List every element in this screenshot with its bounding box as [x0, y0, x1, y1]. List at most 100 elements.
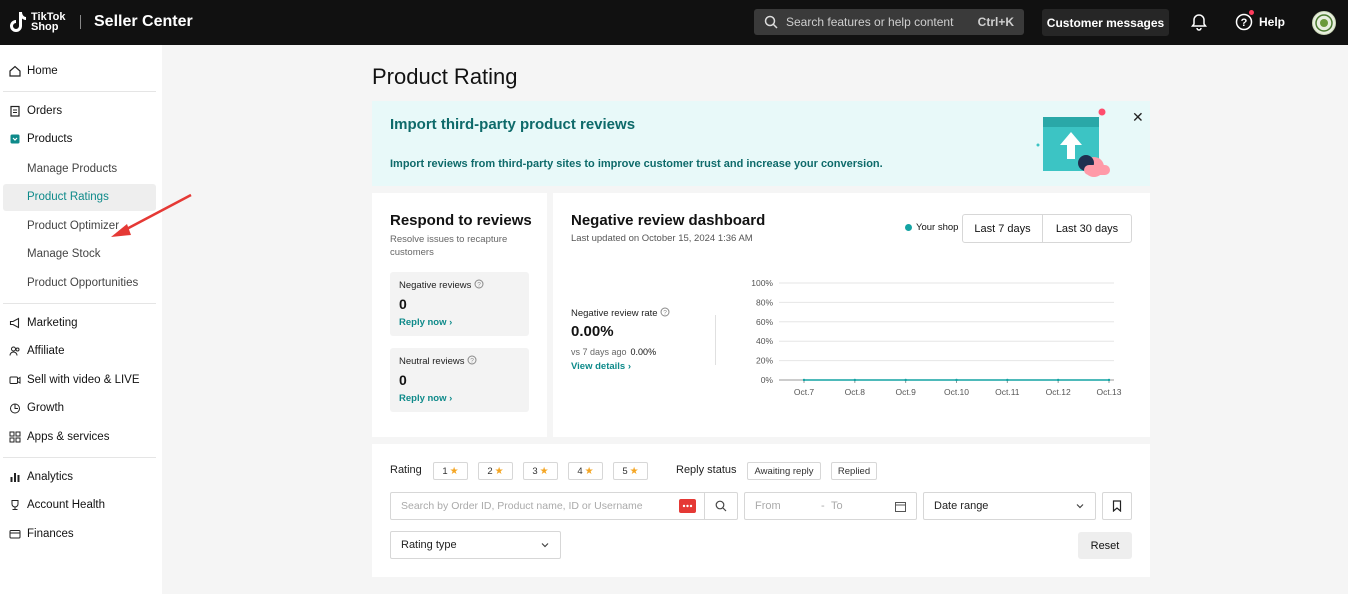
customer-messages-button[interactable]: Customer messages	[1042, 9, 1169, 36]
sidebar-item-marketing[interactable]: Marketing	[9, 317, 78, 329]
star-icon: ★	[584, 465, 594, 477]
rating-chip-5[interactable]: 5 ★	[613, 462, 648, 480]
data-point[interactable]	[853, 378, 857, 382]
logo-line2: Shop	[31, 21, 59, 33]
y-tick-label: 80%	[756, 297, 773, 307]
info-icon[interactable]: ?	[467, 355, 477, 365]
chevron-down-icon	[541, 543, 549, 548]
extension-badge-icon[interactable]	[679, 499, 696, 513]
people-icon	[9, 346, 20, 356]
x-tick-label: Oct.8	[845, 387, 866, 397]
bookmark-button[interactable]	[1102, 492, 1132, 520]
search-placeholder: Search features or help content	[786, 15, 954, 29]
data-point[interactable]	[955, 378, 958, 382]
chart-legend: Your shop	[905, 222, 958, 233]
range-30-days-button[interactable]: Last 30 days	[1042, 214, 1132, 243]
help-button[interactable]: ? Help	[1235, 10, 1285, 31]
legend-label: Your shop	[916, 222, 959, 233]
data-point[interactable]	[904, 378, 907, 382]
global-search[interactable]: Search features or help content Ctrl+K	[754, 9, 1024, 35]
from-placeholder: From	[755, 500, 781, 512]
negative-reply-now-link[interactable]: Reply now ›	[399, 317, 452, 328]
rating-type-select[interactable]: Rating type	[390, 531, 561, 559]
sidebar-item-label: Account Health	[27, 499, 105, 511]
sidebar-sub-manage-stock[interactable]: Manage Stock	[27, 248, 101, 260]
help-badge-dot	[1249, 10, 1254, 15]
date-range-select[interactable]: Date range	[923, 492, 1096, 520]
sidebar-item-home[interactable]: Home	[9, 65, 58, 77]
data-point[interactable]	[1107, 378, 1111, 382]
comparison-value: 0.00%	[630, 347, 657, 357]
y-tick-label: 0%	[761, 375, 774, 385]
svg-text:?: ?	[470, 358, 474, 365]
status-replied-chip[interactable]: Replied	[831, 462, 877, 480]
neutral-reply-now-link[interactable]: Reply now ›	[399, 393, 452, 404]
rating-chip-3[interactable]: 3 ★	[523, 462, 558, 480]
data-point[interactable]	[1056, 378, 1060, 382]
search-icon[interactable]	[715, 500, 727, 512]
status-awaiting-reply-chip[interactable]: Awaiting reply	[747, 462, 821, 480]
home-icon	[9, 65, 21, 77]
x-tick-label: Oct.7	[794, 387, 815, 397]
sidebar-sub-product-ratings[interactable]: Product Ratings	[27, 191, 109, 203]
red-arrow-annotation	[111, 193, 192, 237]
date-separator: -	[821, 500, 825, 512]
view-details-link[interactable]: View details ›	[571, 361, 631, 372]
negative-rate-chart: 100% 80% 60% 40% 20% 0% Oct.7 Oct.8 Oct.9 Oct.10 O…	[751, 278, 1122, 397]
avatar[interactable]	[1312, 11, 1336, 35]
respond-subtitle: Resolve issues to recapture customers	[390, 234, 508, 258]
megaphone-icon	[9, 317, 20, 329]
legend-dot	[905, 224, 912, 231]
banner-close-icon[interactable]: ✕	[1132, 109, 1144, 126]
x-tick-label: Oct.12	[1046, 387, 1071, 397]
sidebar-item-analytics[interactable]: Analytics	[9, 471, 73, 483]
sidebar-item-label: Growth	[27, 402, 65, 414]
sidebar-item-label: Products	[27, 133, 73, 145]
date-range-picker[interactable]: From - To	[744, 492, 917, 520]
info-icon[interactable]: ?	[474, 279, 484, 289]
negative-rate-value: 0.00%	[571, 323, 614, 340]
reset-button[interactable]: Reset	[1078, 532, 1132, 559]
rating-chip-1[interactable]: 1 ★	[433, 462, 468, 480]
rating-chip-4[interactable]: 4 ★	[568, 462, 603, 480]
banner-description: Import reviews from third-party sites to…	[390, 158, 883, 170]
review-search-input[interactable]: Search by Order ID, Product name, ID or …	[390, 492, 738, 520]
tiktok-logo-icon	[9, 10, 27, 34]
svg-text:?: ?	[477, 282, 481, 289]
sidebar-item-finances[interactable]: Finances	[9, 528, 74, 540]
data-point[interactable]	[802, 378, 806, 382]
sidebar-item-label: Analytics	[27, 471, 74, 483]
rating-filter-label: Rating	[390, 464, 422, 476]
sidebar-item-label: Orders	[27, 105, 63, 117]
data-point[interactable]	[1006, 378, 1009, 382]
sidebar-item-affiliate[interactable]: Affiliate	[9, 345, 65, 357]
sidebar-item-account-health[interactable]: Account Health	[9, 499, 105, 511]
negative-rate-label: Negative review rate ?	[571, 307, 670, 319]
sidebar-item-label: Marketing	[27, 317, 78, 329]
filters-card: Rating 1 ★ 2 ★ 3 ★ 4 ★ 5 ★ Reply status Await…	[372, 444, 1150, 577]
bar-chart-icon	[10, 473, 20, 482]
to-placeholder: To	[831, 500, 843, 512]
negative-reviews-label: Negative reviews ?	[399, 279, 484, 291]
sidebar-item-growth[interactable]: Growth	[9, 402, 64, 414]
rating-chip-2[interactable]: 2 ★	[478, 462, 513, 480]
dashboard-updated: Last updated on October 15, 2024 1:36 AM	[571, 233, 753, 244]
range-7-days-button[interactable]: Last 7 days	[962, 214, 1043, 243]
comparison-text: vs 7 days ago 0.00%	[571, 347, 657, 357]
sidebar-sub-product-opportunities[interactable]: Product Opportunities	[27, 277, 138, 289]
input-divider	[704, 493, 705, 519]
chevron-right-icon: ›	[627, 361, 632, 372]
sidebar-item-orders[interactable]: Orders	[9, 105, 62, 117]
sidebar-item-apps-services[interactable]: Apps & services	[9, 431, 109, 443]
notifications-bell-icon[interactable]	[1190, 13, 1208, 34]
chevron-down-icon	[1076, 504, 1084, 509]
x-tick-label: Oct.13	[1096, 387, 1121, 397]
header-divider	[80, 15, 81, 29]
info-icon[interactable]: ?	[660, 307, 670, 317]
sidebar-item-sell-video-live[interactable]: Sell with video & LIVE	[9, 374, 140, 386]
sidebar-item-products[interactable]: Products	[9, 133, 72, 145]
sidebar-sub-manage-products[interactable]: Manage Products	[27, 163, 117, 175]
reply-status-label: Reply status	[676, 464, 737, 476]
x-tick-label: Oct.11	[995, 387, 1020, 397]
tiktok-shop-logo[interactable]: TikTok Shop	[9, 10, 65, 34]
